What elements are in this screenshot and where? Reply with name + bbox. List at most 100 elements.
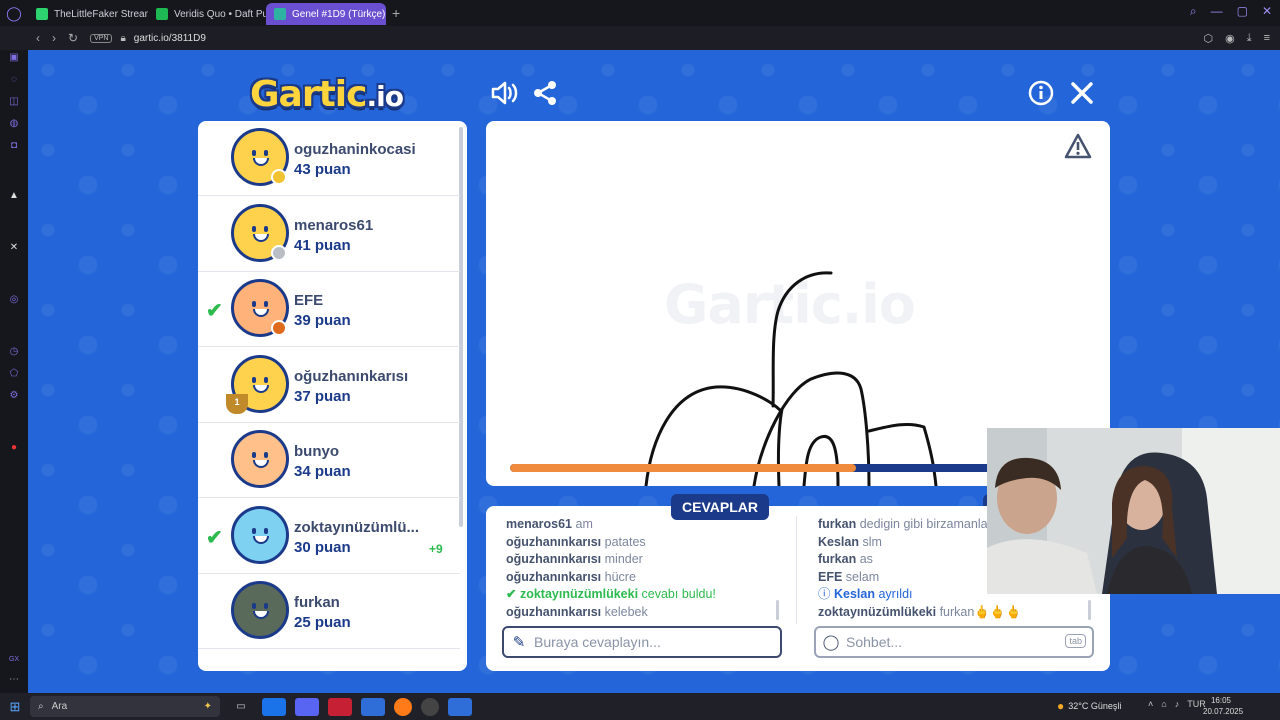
player-score: 39 puan (294, 312, 351, 329)
browser-tab[interactable]: Veridis Quo • Daft Pu (148, 3, 266, 25)
start-button[interactable]: ⊞ (0, 699, 30, 715)
x-icon[interactable]: ✕ (8, 242, 20, 254)
forward-icon[interactable]: › (52, 31, 56, 45)
vpn-badge[interactable]: VPN (90, 33, 113, 43)
chat-bubble-icon: ◯ (822, 634, 840, 651)
guessed-check-icon: ✔ (206, 526, 223, 549)
browser-tab[interactable]: TheLittleFaker Stream - W (28, 3, 148, 25)
avatar (231, 505, 289, 564)
chat-scrollbar[interactable] (1088, 600, 1091, 620)
maximize-icon[interactable]: ▢ (1237, 4, 1248, 19)
system-tray[interactable]: ˄ ⌂ ♪ TUR (1148, 699, 1206, 709)
snapshot-icon[interactable]: ◉ (1225, 32, 1235, 45)
chat-message: zoktayınüzümlükeki furkan🖕🖕🖕 (818, 604, 1098, 622)
url-field[interactable]: gartic.io/3811D9 (134, 33, 206, 44)
close-window-icon[interactable]: ✕ (1262, 4, 1272, 19)
report-warning-icon[interactable] (1064, 133, 1092, 159)
weather-widget[interactable]: ● 32°C Güneşli (1057, 699, 1121, 713)
outlook-icon[interactable] (262, 697, 286, 716)
tray-expand-icon[interactable]: ˄ (1148, 699, 1153, 709)
sound-icon[interactable] (489, 78, 519, 108)
clock[interactable]: 16:05 20.07.2025 (1203, 695, 1243, 717)
menu-icon[interactable]: ≡ (1264, 32, 1270, 45)
taskbar-search[interactable]: ⌕ Ara ✦ (30, 696, 220, 717)
whatsapp-icon[interactable]: ◍ (8, 118, 20, 130)
player-row[interactable]: furkan 25 puan (198, 574, 460, 649)
record-icon[interactable]: ● (8, 442, 20, 454)
new-tab-button[interactable]: + (392, 5, 400, 21)
message-text: patates (604, 534, 646, 549)
app-icon[interactable]: ▲ (8, 190, 20, 202)
lock-icon: 🔒︎ (120, 32, 126, 44)
bookmarks-icon[interactable]: ⬠ (8, 368, 20, 380)
player-row[interactable]: ✔ zoktayınüzümlü... 30 puan +9 (198, 499, 460, 574)
browser-tab[interactable]: Genel #1D9 (Türkçe) (266, 3, 386, 25)
player-row[interactable]: bunyo 34 puan (198, 423, 460, 498)
volume-icon[interactable]: ♪ (1175, 699, 1180, 709)
answer-input[interactable] (534, 634, 734, 650)
gx-icon[interactable]: GX (8, 654, 20, 666)
player-name: oguzhaninkocasi (294, 141, 416, 158)
webcam-overlay (987, 428, 1280, 594)
sun-icon: ● (1057, 699, 1065, 713)
browser-logo-icon[interactable]: ◯ (0, 5, 28, 22)
back-icon[interactable]: ‹ (36, 31, 40, 45)
player-row[interactable]: menaros61 41 puan (198, 197, 460, 272)
reload-icon[interactable]: ↻ (68, 31, 78, 45)
message-text: ayrıldı (878, 587, 913, 602)
player-row[interactable]: ✔ EFE 39 puan (198, 272, 460, 347)
message-text: cevabı buldu! (641, 587, 716, 602)
status-dot (271, 320, 287, 336)
message-text: am (575, 517, 593, 531)
trophy-icon: 1 (226, 393, 248, 414)
message-author: oğuzhanınkarısı (506, 552, 602, 567)
app-window-icon[interactable] (361, 697, 385, 716)
info-icon[interactable] (1026, 78, 1056, 108)
gartic-logo: Gartic.io (250, 74, 404, 115)
chat-field[interactable]: ◯ tab (814, 626, 1094, 658)
player-icon[interactable]: ◎ (8, 294, 20, 306)
minimize-icon[interactable]: — (1211, 4, 1223, 19)
search-tabs-icon[interactable]: ⌕ (1190, 4, 1197, 19)
answer-message: oğuzhanınkarısı kelebek (506, 604, 786, 622)
message-text: furkan🖕🖕🖕 (939, 604, 1022, 619)
network-icon[interactable]: ⌂ (1161, 699, 1166, 709)
app-window-2-icon[interactable] (448, 697, 472, 716)
opera-icon[interactable] (328, 697, 352, 716)
game-page: Gartic.io oguzhaninkocasi 43 puan menaros6… (28, 50, 1280, 693)
answer-field[interactable]: ✎ (502, 626, 782, 658)
obs-icon[interactable] (421, 697, 439, 716)
player-name: zoktayınüzümlü... (294, 518, 420, 536)
firefox-icon[interactable] (394, 697, 412, 716)
tab-label: Genel #1D9 (Türkçe) (292, 8, 386, 20)
player-row[interactable]: oguzhaninkocasi 43 puan (198, 121, 460, 196)
settings-icon[interactable]: ⚙ (8, 390, 20, 402)
panel-divider (796, 516, 797, 624)
history-icon[interactable]: ◷ (8, 346, 20, 358)
aria-icon[interactable]: ◌ (8, 74, 20, 86)
close-icon[interactable] (1067, 78, 1097, 108)
player-row[interactable]: 1 oğuzhanınkarısı 37 puan (198, 348, 460, 423)
task-view-icon[interactable]: ▭ (229, 698, 253, 716)
message-text: as (859, 552, 873, 567)
workspaces-icon[interactable]: ◫ (8, 96, 20, 108)
player-name: EFE (294, 292, 324, 309)
player-score: 30 puan (294, 538, 351, 556)
message-text: dedigin gibi birzamanlar (859, 517, 992, 531)
message-text: hücre (604, 569, 636, 584)
more-icon[interactable]: ⋯ (8, 674, 20, 686)
extensions-icon[interactable]: ⬡ (1203, 32, 1213, 45)
share-icon[interactable] (530, 78, 560, 108)
discord-icon[interactable] (295, 697, 319, 716)
correct-check-icon: ✔ (506, 587, 520, 602)
answers-scrollbar[interactable] (776, 600, 779, 620)
chat-input[interactable] (846, 634, 1046, 650)
message-author: Keslan (818, 534, 859, 549)
download-icon[interactable]: ⤓ (1247, 32, 1252, 45)
status-dot (271, 169, 287, 185)
messenger-icon[interactable]: ▣ (8, 52, 20, 64)
answer-message: oğuzhanınkarısı hücre (506, 569, 786, 587)
message-author: zoktayınüzümlükeki (519, 587, 639, 602)
messenger-app-icon[interactable]: ◘ (8, 140, 20, 152)
tab-key-hint: tab (1065, 634, 1086, 648)
